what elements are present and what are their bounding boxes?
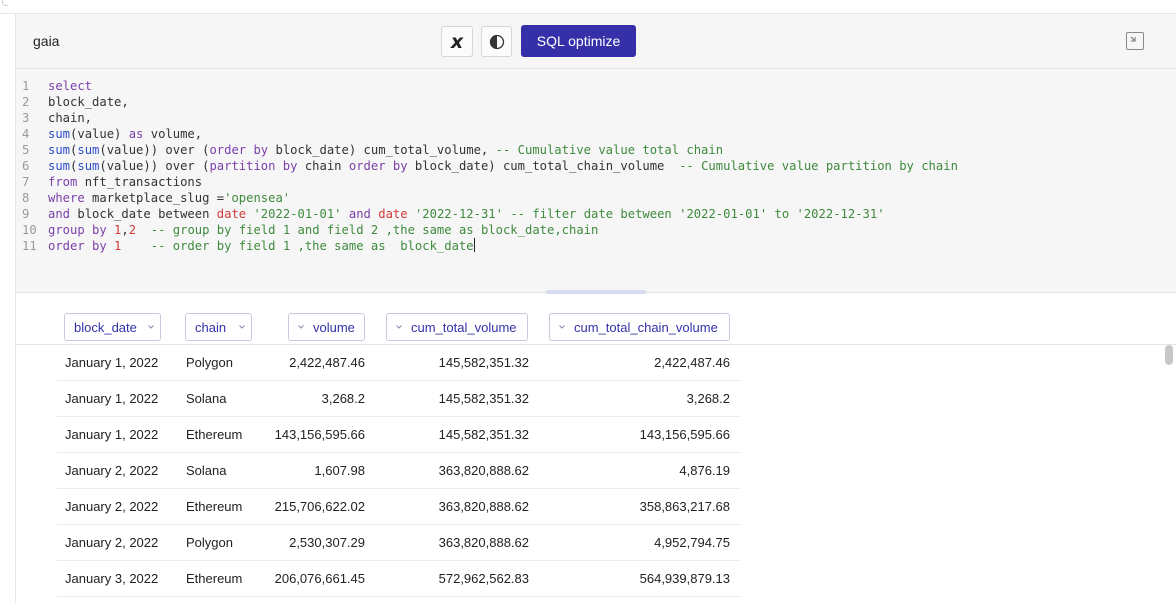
column-header-chain[interactable]: chain <box>185 313 252 341</box>
panel-title: gaia <box>33 33 60 49</box>
table-row[interactable]: January 2, 2022 Solana 1,607.98 363,820,… <box>57 453 740 489</box>
column-header-volume[interactable]: volume <box>288 313 365 341</box>
column-header-cum-total-volume[interactable]: cum_total_volume <box>386 313 528 341</box>
table-row[interactable]: January 1, 2022 Ethereum 143,156,595.66 … <box>57 417 740 453</box>
chevron-down-icon <box>559 325 565 329</box>
chevron-down-icon <box>148 325 154 329</box>
results-table: block_date chain volume cum_total_volume… <box>16 294 1176 603</box>
chevron-down-icon <box>298 325 304 329</box>
query-panel: gaia 𝙭 SQL optimize 1 select 2 block_date,… <box>15 14 1176 603</box>
theme-toggle-button[interactable] <box>481 26 512 57</box>
formula-x-icon: 𝙭 <box>450 30 464 53</box>
contrast-icon <box>489 34 504 49</box>
chevron-down-icon <box>396 325 402 329</box>
table-row[interactable]: January 3, 2022 Ethereum 206,076,661.45 … <box>57 561 740 597</box>
collapse-icon <box>1130 36 1136 42</box>
collapse-button[interactable] <box>1126 32 1144 50</box>
table-row[interactable]: January 2, 2022 Ethereum 215,706,622.02 … <box>57 489 740 525</box>
sql-editor[interactable]: 1 select 2 block_date, 3 chain, 4 sum(value)… <box>16 69 1176 294</box>
chevron-down-icon <box>239 325 245 329</box>
table-row[interactable]: January 1, 2022 Polygon 2,422,487.46 145… <box>57 345 740 381</box>
sql-optimize-button[interactable]: SQL optimize <box>521 25 636 57</box>
panel-header: gaia 𝙭 SQL optimize <box>16 14 1176 69</box>
column-header-cum-total-chain-volume[interactable]: cum_total_chain_volume <box>549 313 730 341</box>
formula-button[interactable]: 𝙭 <box>441 26 473 57</box>
results-scrollbar[interactable] <box>1165 345 1173 365</box>
top-strip <box>0 0 1176 14</box>
column-header-block-date[interactable]: block_date <box>64 313 161 341</box>
table-row[interactable]: January 1, 2022 Solana 3,268.2 145,582,3… <box>57 381 740 417</box>
resize-corner <box>2 0 8 6</box>
table-row[interactable]: January 2, 2022 Polygon 2,530,307.29 363… <box>57 525 740 561</box>
